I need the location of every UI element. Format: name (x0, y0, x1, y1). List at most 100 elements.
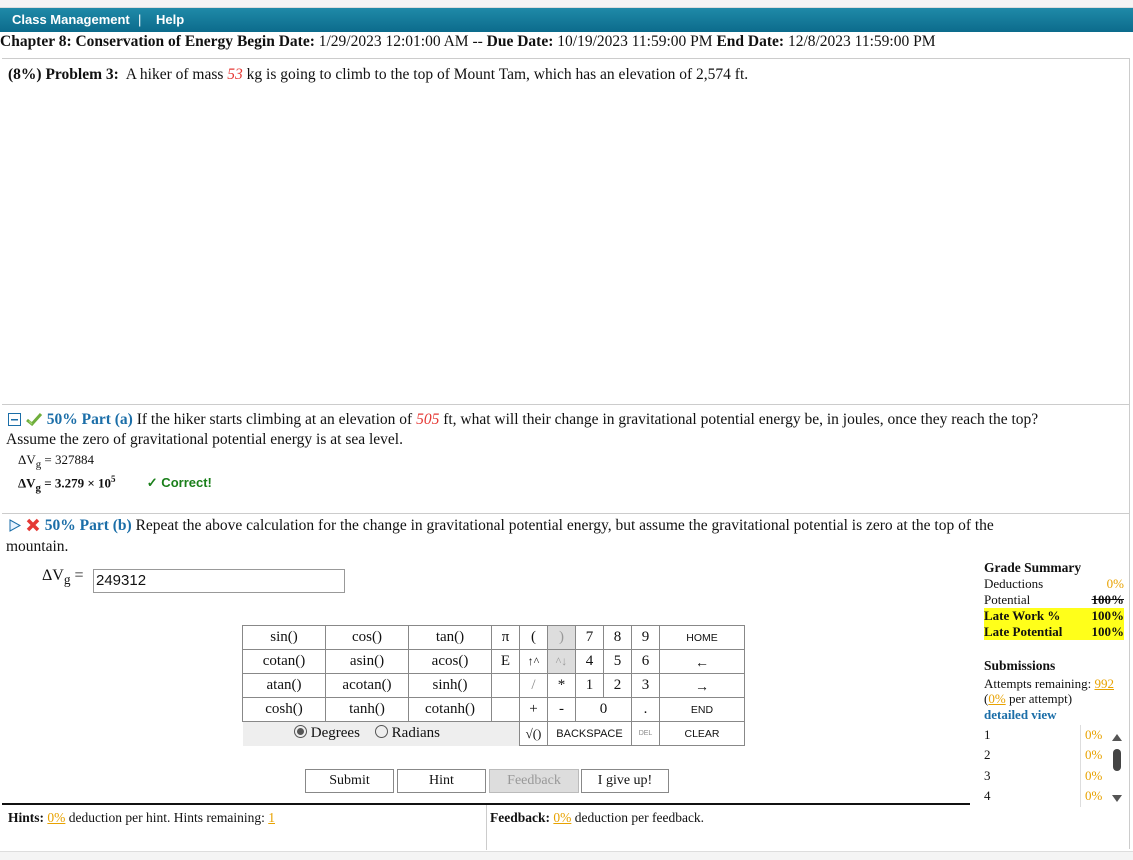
divide-button[interactable]: / (519, 673, 548, 698)
collapse-icon[interactable] (8, 413, 21, 431)
key-1[interactable]: 1 (575, 673, 604, 698)
superscript-up-button[interactable]: ↑^ (519, 649, 548, 674)
decimal-button[interactable]: . (631, 697, 660, 722)
e-button[interactable]: E (491, 649, 520, 674)
elevation-value: 505 (416, 411, 440, 428)
chapter-header: Chapter 8: Conservation of Energy Begin … (0, 33, 936, 51)
part-a-text-3: Assume the zero of gravitational potenti… (6, 431, 403, 448)
superscript-down-button[interactable]: ^↓ (547, 649, 576, 674)
backspace-button[interactable]: BACKSPACE (547, 721, 632, 746)
key-0[interactable]: 0 (575, 697, 632, 722)
minus-button[interactable]: - (547, 697, 576, 722)
potential-label: Potential (984, 592, 1031, 607)
degrees-radio[interactable] (294, 725, 308, 739)
hints-feedback-bar: Hints: 0% deduction per hint. Hints rema… (2, 803, 970, 850)
per-attempt-text: per attempt) (1008, 691, 1073, 706)
due-label: Due Date: (486, 33, 554, 50)
subscript: g (35, 481, 41, 494)
hint-deduction: 0% (47, 810, 66, 825)
cosh-button[interactable]: cosh() (242, 697, 326, 722)
grade-summary-title: Grade Summary (984, 560, 1124, 576)
right-arrow-button[interactable]: → (659, 673, 745, 698)
del-button[interactable]: DEL (631, 721, 660, 746)
grade-title: Grade Summary (984, 560, 1082, 575)
cotan-button[interactable]: cotan() (242, 649, 326, 674)
key-4[interactable]: 4 (575, 649, 604, 674)
answer-label: ΔVg = (42, 567, 84, 588)
row-number: 1 (984, 727, 991, 742)
attempts-value: 992 (1094, 676, 1114, 691)
check-icon (25, 412, 43, 431)
scrollbar-graphic (1112, 734, 1122, 802)
empty-key (491, 721, 520, 746)
part-a-scientific: ΔVg = 3.279 × 105 ✓ Correct! (18, 474, 212, 494)
end-button[interactable]: END (659, 697, 745, 722)
expand-icon[interactable] (8, 519, 22, 537)
multiply-button[interactable]: * (547, 673, 576, 698)
answer-input[interactable]: 249312 (93, 569, 345, 593)
cos-button[interactable]: cos() (325, 625, 409, 650)
key-3[interactable]: 3 (631, 673, 660, 698)
key-6[interactable]: 6 (631, 649, 660, 674)
equals-sign: = (70, 567, 84, 584)
nav-separator: | (138, 12, 142, 27)
sqrt-button[interactable]: √() (519, 721, 548, 746)
home-button[interactable]: HOME (659, 625, 745, 650)
left-arrow-button[interactable]: ← (659, 649, 745, 674)
pi-button[interactable]: π (491, 625, 520, 650)
problem-area (2, 58, 1130, 404)
acotan-button[interactable]: acotan() (325, 673, 409, 698)
top-nav-bar: Class Management | Help (0, 8, 1133, 32)
part-a-answer: ΔVg = 327884 (18, 452, 94, 471)
part-b-question: 50% Part (b) Repeat the above calculatio… (8, 517, 994, 537)
tanh-button[interactable]: tanh() (325, 697, 409, 722)
scroll-thumb (1113, 749, 1121, 771)
late-work-row: Late Work % 100% (984, 608, 1124, 624)
part-b-text: Repeat the above calculation for the cha… (135, 517, 994, 534)
date-separator: -- (472, 33, 483, 50)
sin-button[interactable]: sin() (242, 625, 326, 650)
grade-summary: Grade Summary Deductions 0% Potential 100%… (984, 560, 1124, 640)
late-potential-value: 100% (1091, 624, 1125, 639)
degrees-label: Degrees (310, 725, 360, 742)
atan-button[interactable]: atan() (242, 673, 326, 698)
part-a-text-2: ft, what will their change in gravitatio… (443, 411, 1039, 428)
late-potential-label: Late Potential (984, 624, 1063, 639)
answer-scientific: = 3.279 × 10 (44, 475, 112, 491)
key-9[interactable]: 9 (631, 625, 660, 650)
key-2[interactable]: 2 (603, 673, 632, 698)
asin-button[interactable]: asin() (325, 649, 409, 674)
part-b-label: 50% Part (b) (44, 517, 132, 534)
submit-button[interactable]: Submit (305, 769, 394, 793)
row-number: 3 (984, 768, 991, 783)
feedback-text: deduction per feedback. (574, 810, 705, 825)
part-a-question: 50% Part (a) If the hiker starts climbin… (8, 411, 1038, 431)
left-paren-button[interactable]: ( (519, 625, 548, 650)
per-attempt-pct: 0% (988, 691, 1006, 706)
part-a-text: If the hiker starts climbing at an eleva… (136, 411, 413, 428)
key-8[interactable]: 8 (603, 625, 632, 650)
potential-row: Potential 100% (984, 592, 1124, 608)
cotanh-button[interactable]: cotanh() (408, 697, 492, 722)
help-link[interactable]: Help (156, 12, 184, 27)
detailed-view-link[interactable]: detailed view (984, 707, 1124, 727)
tan-button[interactable]: tan() (408, 625, 492, 650)
key-7[interactable]: 7 (575, 625, 604, 650)
mass-value: 53 (227, 66, 243, 83)
clear-button[interactable]: CLEAR (659, 721, 745, 746)
right-paren-button[interactable]: ) (547, 625, 576, 650)
late-work-label: Late Work % (984, 608, 1061, 623)
acos-button[interactable]: acos() (408, 649, 492, 674)
scrollbar[interactable] (1080, 725, 1124, 807)
key-5[interactable]: 5 (603, 649, 632, 674)
plus-button[interactable]: + (519, 697, 548, 722)
class-management-link[interactable]: Class Management (12, 12, 130, 27)
feedback-button[interactable]: Feedback (489, 769, 579, 793)
give-up-button[interactable]: I give up! (581, 769, 669, 793)
row-number: 4 (984, 788, 991, 803)
part-a-label: 50% Part (a) (46, 411, 133, 428)
subscript: g (35, 458, 42, 471)
sinh-button[interactable]: sinh() (408, 673, 492, 698)
radians-radio[interactable] (374, 725, 388, 739)
hint-button[interactable]: Hint (397, 769, 486, 793)
